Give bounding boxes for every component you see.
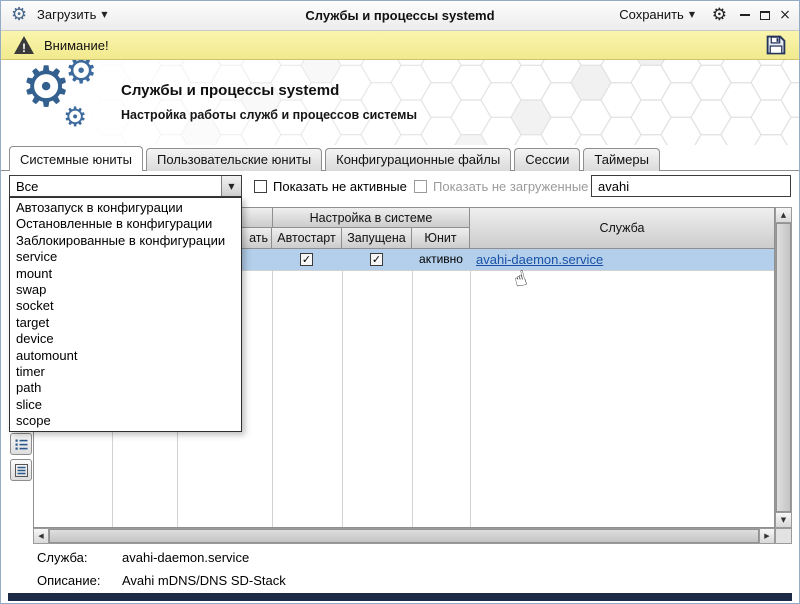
warning-bar: ! Внимание! [1,31,799,60]
grid-line [342,270,343,527]
combobox-arrow-button[interactable]: ▼ [221,176,241,196]
tab-sessions[interactable]: Сессии [514,148,580,171]
horizontal-scroll-thumb[interactable] [49,529,759,543]
vertical-scrollbar[interactable]: ▲ ▼ [775,207,792,528]
app-header: ⚙ ⚙ ⚙ Службы и процессы systemd Настройк… [1,60,799,145]
tab-user-units[interactable]: Пользовательские юниты [146,148,322,171]
settings-gear-button[interactable]: ⚙ [712,5,727,25]
close-button[interactable]: × [777,7,793,23]
show-unloaded-checkbox[interactable]: Показать не загруженные [414,179,588,194]
dropdown-item[interactable]: automount [10,348,241,364]
tab-system-units[interactable]: Системные юниты [9,146,143,171]
caret-down-icon: ▼ [101,10,107,19]
show-inactive-label: Показать не активные [273,179,407,194]
service-link[interactable]: avahi-daemon.service [476,249,603,270]
tab-timers[interactable]: Таймеры [583,148,660,171]
dropdown-item[interactable]: mount [10,266,241,282]
tab-config-files[interactable]: Конфигурационные файлы [325,148,511,171]
hexagon-pattern [1,60,799,145]
dropdown-item[interactable]: scope [10,413,241,429]
scroll-left-button[interactable]: ◀ [34,529,49,543]
caret-down-icon: ▼ [689,10,695,19]
description-detail-label: Описание: [37,573,100,588]
dropdown-item[interactable]: swap [10,282,241,298]
dropdown-item[interactable]: Остановленные в конфигурации [10,216,241,232]
column-header-autostart: Автостарт [272,228,342,249]
vertical-scroll-thumb[interactable] [776,223,791,512]
dropdown-item[interactable]: timer [10,364,241,380]
list-view-button[interactable] [10,433,32,455]
checkbox-box[interactable] [254,180,267,193]
search-input[interactable] [591,175,791,197]
floppy-icon [765,34,787,56]
logo-gear-icon: ⚙ [65,60,97,90]
warning-text: Внимание! [44,38,109,53]
page-title: Службы и процессы systemd [121,82,339,99]
detail-view-button[interactable] [10,459,32,481]
scroll-down-button[interactable]: ▼ [776,512,791,527]
dropdown-item[interactable]: Автозапуск в конфигурации [10,200,241,216]
page-subtitle: Настройка работы служб и процессов систе… [121,108,417,122]
column-group-system: Настройка в системе [272,208,470,228]
scroll-right-button[interactable]: ▶ [759,529,774,543]
service-detail-value: avahi-daemon.service [122,550,249,565]
unit-state: активно [412,249,470,270]
load-menu-button[interactable]: Загрузить ▼ [37,7,108,22]
scrollbar-corner [775,528,792,544]
save-menu-button[interactable]: Сохранить ▼ [619,7,695,22]
dropdown-item[interactable]: slice [10,397,241,413]
unit-filter-value: Все [10,176,221,196]
horizontal-scrollbar[interactable]: ◀ ▶ [33,528,775,544]
dropdown-item[interactable]: device [10,331,241,347]
column-header-unit: Юнит [412,228,470,249]
warning-icon: ! [13,35,35,55]
show-unloaded-label: Показать не загруженные [433,179,588,194]
app-gear-icon: ⚙ [11,4,27,25]
chevron-down-icon: ▼ [228,182,234,191]
grid-line [470,270,471,527]
maximize-button[interactable] [757,7,773,23]
checkbox-box[interactable] [414,180,427,193]
unit-filter-dropdown-list: Автозапуск в конфигурации Остановленные … [9,197,242,432]
close-icon: × [779,8,791,22]
titlebar: ⚙ Загрузить ▼ Службы и процессы systemd … [1,1,799,31]
dropdown-item[interactable]: service [10,249,241,265]
tab-bar: Системные юниты Пользовательские юниты К… [1,145,799,171]
autostart-checkbox[interactable]: ✓ [300,253,313,266]
logo-gear-icon: ⚙ [63,104,87,131]
dropdown-item[interactable]: path [10,380,241,396]
column-header-running: Запущена [342,228,412,249]
dropdown-item[interactable]: Заблокированные в конфигурации [10,233,241,249]
save-file-button[interactable] [765,34,787,56]
app-window: ⚙ Загрузить ▼ Службы и процессы systemd … [0,0,800,604]
dropdown-item[interactable]: target [10,315,241,331]
window-bottom-border [8,593,792,601]
grid-line [412,270,413,527]
load-menu-label: Загрузить [37,7,96,22]
list-icon [14,437,29,452]
unit-filter-combobox[interactable]: Все ▼ [9,175,242,197]
svg-text:!: ! [22,41,26,55]
window-title: Службы и процессы systemd [181,8,619,23]
minimize-icon [740,14,750,16]
show-inactive-checkbox[interactable]: Показать не активные [254,179,407,194]
running-checkbox[interactable]: ✓ [370,253,383,266]
service-detail-label: Служба: [37,550,87,565]
column-header-service: Служба [470,208,774,249]
numbered-list-icon [14,463,29,478]
save-menu-label: Сохранить [619,7,684,22]
dropdown-item[interactable]: socket [10,298,241,314]
minimize-button[interactable] [737,7,753,23]
description-detail-value: Avahi mDNS/DNS SD-Stack [122,573,286,588]
grid-line [272,270,273,527]
maximize-icon [760,11,770,20]
scroll-up-button[interactable]: ▲ [776,208,791,223]
